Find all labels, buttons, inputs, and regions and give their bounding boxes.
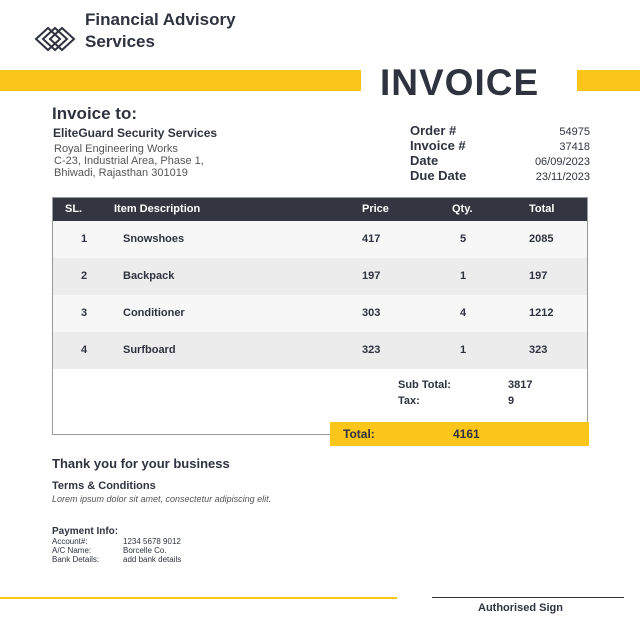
header-description: Item Description	[114, 203, 201, 215]
payment-label: A/C Name:	[52, 546, 92, 555]
cell-description: Snowshoes	[123, 233, 185, 245]
meta-due-date: Due Date 23/11/2023	[410, 168, 590, 183]
meta-value: 23/11/2023	[535, 171, 590, 183]
subtotal-value: 3817	[508, 379, 533, 391]
bill-to-heading: Invoice to:	[52, 104, 138, 123]
company-name-line2: Services	[85, 32, 155, 51]
signature-label: Authorised Sign	[478, 602, 563, 614]
payment-value: 1234 5678 9012	[123, 537, 181, 546]
cell-sl: 1	[81, 233, 88, 245]
total-box: Total: 4161	[330, 422, 589, 446]
meta-label: Order #	[410, 123, 457, 138]
cell-description: Surfboard	[123, 344, 176, 356]
payment-heading: Payment Info:	[52, 526, 119, 537]
meta-label: Date	[410, 153, 439, 168]
meta-date: Date 06/09/2023	[410, 153, 590, 168]
payment-value: add bank details	[123, 555, 182, 564]
header-accent-bar-right	[577, 70, 640, 91]
client-address-line: C-23, Industrial Area, Phase 1,	[54, 155, 204, 167]
header-accent-bar-left	[0, 70, 361, 91]
terms-text: Lorem ipsum dolor sit amet, consectetur …	[52, 494, 272, 504]
client-address-line: Royal Engineering Works	[54, 143, 178, 155]
signature-line	[432, 597, 624, 598]
cell-sl: 4	[81, 344, 88, 356]
meta-value: 06/09/2023	[534, 156, 590, 168]
cell-price: 323	[362, 344, 381, 356]
total-label: Total:	[343, 427, 375, 441]
meta-value: 37418	[559, 141, 590, 153]
cell-price: 417	[362, 233, 381, 245]
cell-sl: 2	[81, 270, 88, 282]
payment-label: Bank Details:	[52, 555, 100, 564]
cell-sl: 3	[81, 307, 88, 319]
meta-value: 54975	[559, 126, 590, 138]
cell-qty: 5	[460, 233, 467, 245]
company-name: Financial Advisory Services	[85, 9, 236, 53]
footer-accent-line	[0, 597, 397, 599]
cell-price: 303	[362, 307, 381, 319]
cell-price: 197	[362, 270, 381, 282]
subtotal-label: Sub Total:	[398, 379, 451, 391]
table-header: SL. Item Description Price Qty. Total	[53, 198, 587, 221]
meta-invoice-number: Invoice # 37418	[410, 138, 590, 153]
total-value: 4161	[453, 427, 480, 441]
tax-label: Tax:	[398, 395, 420, 407]
cell-total: 1212	[529, 307, 554, 319]
cell-description: Conditioner	[123, 307, 185, 319]
company-name-line1: Financial Advisory	[85, 10, 236, 29]
interlocking-diamonds-icon	[34, 26, 76, 52]
table-row: 4 Surfboard 323 1 323	[53, 332, 587, 369]
invoice-title: INVOICE	[380, 62, 540, 103]
header-sl: SL.	[65, 203, 83, 215]
cell-total: 2085	[529, 233, 554, 245]
client-address-line: Bhiwadi, Rajasthan 301019	[54, 167, 188, 179]
terms-heading: Terms & Conditions	[52, 480, 156, 492]
cell-qty: 1	[460, 270, 467, 282]
table-row: 2 Backpack 197 1 197	[53, 258, 587, 295]
invoice-meta: Order # 54975 Invoice # 37418 Date 06/09…	[410, 123, 590, 183]
cell-qty: 4	[460, 307, 467, 319]
header-total: Total	[529, 203, 555, 215]
cell-total: 197	[529, 270, 548, 282]
payment-value: Borcelle Co.	[123, 546, 167, 555]
cell-description: Backpack	[123, 270, 175, 282]
tax-value: 9	[508, 395, 515, 407]
thank-you-note: Thank you for your business	[52, 456, 230, 471]
meta-label: Invoice #	[410, 138, 466, 153]
client-company: EliteGuard Security Services	[53, 126, 218, 140]
cell-qty: 1	[460, 344, 467, 356]
header-qty: Qty.	[452, 203, 473, 215]
table-row: 3 Conditioner 303 4 1212	[53, 295, 587, 332]
items-table: SL. Item Description Price Qty. Total 1 …	[52, 197, 588, 435]
cell-total: 323	[529, 344, 548, 356]
table-row: 1 Snowshoes 417 5 2085	[53, 221, 587, 258]
header-price: Price	[362, 203, 389, 215]
meta-label: Due Date	[410, 168, 467, 183]
meta-order: Order # 54975	[410, 123, 590, 138]
payment-label: Account#:	[52, 537, 88, 546]
